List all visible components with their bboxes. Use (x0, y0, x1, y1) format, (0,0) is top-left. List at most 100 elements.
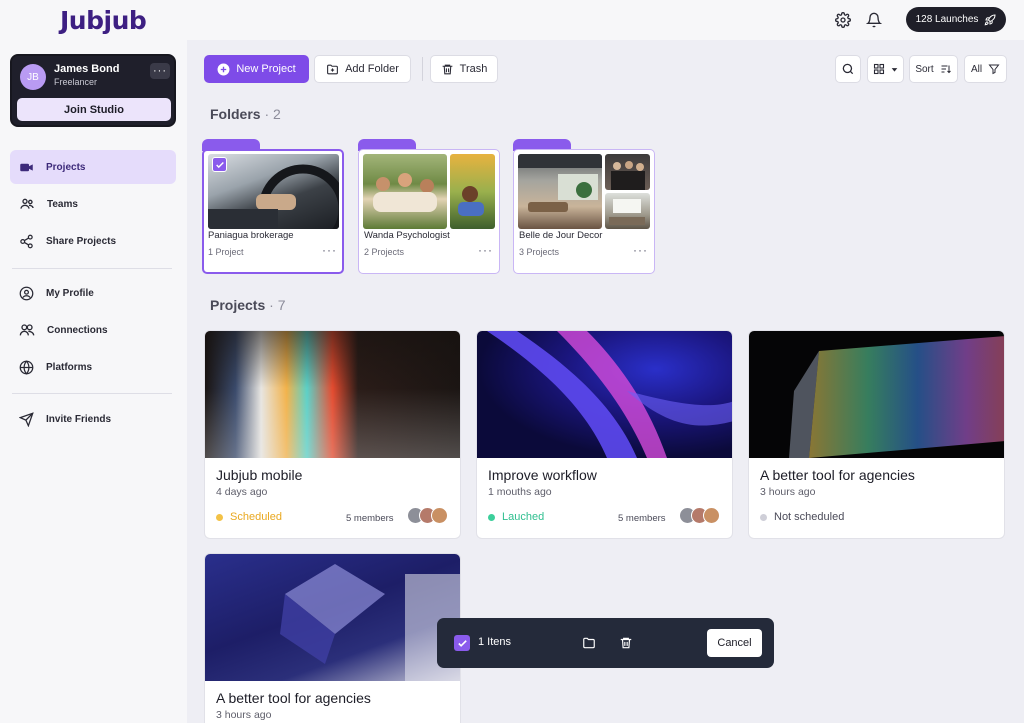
join-studio-button[interactable]: Join Studio (17, 98, 171, 121)
sidebar-item-label: Platforms (46, 361, 93, 373)
folder-card[interactable]: Wanda Psychologist 2 Projects ··· (358, 139, 500, 274)
sidebar-item-my-profile[interactable]: My Profile (10, 276, 176, 310)
user-role: Freelancer (54, 77, 98, 87)
projects-title: Projects (210, 297, 266, 313)
sort-label: Sort (915, 63, 934, 75)
sidebar-divider (12, 268, 172, 269)
user-circle-icon (19, 286, 34, 300)
folder-count: 1 Project (208, 247, 244, 257)
project-thumbnail (749, 331, 1004, 458)
folders-title: Folders (210, 106, 261, 122)
bell-icon[interactable] (863, 9, 885, 31)
project-status: Scheduled (216, 511, 282, 523)
selection-count: 1 Itens (478, 636, 512, 648)
sort-button[interactable]: Sort (909, 55, 958, 83)
paper-plane-icon (19, 411, 34, 427)
status-label: Lauched (502, 511, 545, 523)
profile-more-button[interactable]: ··· (150, 63, 170, 79)
project-time: 1 mouths ago (488, 486, 552, 498)
new-project-label: New Project (236, 63, 296, 75)
project-card[interactable]: A better tool for agencies 3 hours ago (204, 553, 461, 723)
status-dot (488, 513, 495, 521)
filter-icon (988, 64, 1000, 75)
project-thumbnail (205, 554, 460, 681)
profile-card: JB James Bond Freelancer ··· Join Studio (10, 54, 176, 127)
folder-photo (605, 154, 650, 190)
folders-count: · 2 (264, 106, 281, 122)
project-thumbnail (205, 331, 460, 458)
folder-card[interactable]: Belle de Jour Decor 3 Projects ··· (513, 139, 655, 274)
app-logo[interactable]: Jubjub (60, 6, 147, 35)
folder-name: Belle de Jour Decor (519, 230, 603, 241)
new-project-button[interactable]: New Project (204, 55, 309, 83)
selection-bar: 1 Itens Cancel (437, 618, 774, 668)
toolbar-divider (422, 57, 423, 81)
status-label: Not scheduled (774, 511, 845, 523)
gear-icon[interactable] (832, 9, 854, 31)
project-card[interactable]: Improve workflow 1 mouths ago Lauched 5 … (476, 330, 733, 539)
add-folder-button[interactable]: Add Folder (314, 55, 411, 83)
avatar (431, 507, 448, 524)
selection-checkbox[interactable] (454, 635, 470, 651)
member-avatars[interactable] (679, 507, 725, 525)
folder-card[interactable]: Paniagua brokerage 1 Project ··· (202, 139, 344, 274)
member-avatars[interactable] (407, 507, 453, 525)
trash-icon[interactable] (617, 634, 635, 652)
trash-button[interactable]: Trash (430, 55, 498, 83)
caret-down-icon (891, 67, 898, 72)
project-card[interactable]: Jubjub mobile 4 days ago Scheduled 5 mem… (204, 330, 461, 539)
trash-icon (442, 64, 453, 74)
view-toggle-button[interactable] (867, 55, 904, 83)
folder-photo (450, 154, 495, 229)
sidebar-item-label: Teams (47, 198, 78, 210)
avatar[interactable]: JB (20, 64, 46, 90)
sidebar-item-platforms[interactable]: Platforms (10, 350, 176, 384)
trash-label: Trash (459, 63, 488, 75)
search-button[interactable] (835, 55, 861, 83)
sidebar-item-invite-friends[interactable]: Invite Friends (10, 402, 176, 436)
connections-icon (19, 324, 35, 336)
status-dot (760, 513, 767, 521)
project-title: Improve workflow (488, 467, 597, 483)
project-card[interactable]: A better tool for agencies 3 hours ago N… (748, 330, 1005, 539)
sidebar-item-connections[interactable]: Connections (10, 313, 176, 347)
projects-count: · 7 (269, 297, 286, 313)
folders-heading: Folders · 2 (210, 106, 281, 122)
folder-count: 2 Projects (364, 247, 405, 257)
project-title: A better tool for agencies (760, 467, 915, 483)
sidebar-divider (12, 393, 172, 394)
folder-more-button[interactable]: ··· (478, 243, 493, 257)
project-status: Not scheduled (760, 511, 844, 523)
project-time: 4 days ago (216, 486, 268, 498)
sidebar-item-projects[interactable]: Projects (10, 150, 176, 184)
project-title: Jubjub mobile (216, 467, 303, 483)
avatar (703, 507, 720, 524)
rocket-icon (985, 13, 996, 25)
project-status: Lauched (488, 511, 544, 523)
folder-more-button[interactable]: ··· (322, 243, 337, 257)
sidebar-item-teams[interactable]: Teams (10, 187, 176, 221)
folder-count: 3 Projects (519, 247, 560, 257)
launches-button[interactable]: 128 Launches (906, 7, 1006, 32)
filter-button[interactable]: All (964, 55, 1007, 83)
check-icon (215, 161, 224, 168)
project-thumbnail (477, 331, 732, 458)
project-members: 5 members (618, 513, 666, 524)
project-time: 3 hours ago (216, 709, 272, 721)
sidebar-item-share-projects[interactable]: Share Projects (10, 224, 176, 258)
check-icon (457, 639, 467, 647)
sidebar-item-label: My Profile (46, 287, 94, 299)
project-time: 3 hours ago (760, 486, 816, 498)
globe-icon (19, 359, 34, 375)
add-folder-label: Add Folder (345, 63, 399, 75)
sidebar-item-label: Projects (46, 161, 86, 173)
search-icon (842, 63, 854, 75)
sidebar-item-label: Connections (47, 324, 108, 336)
video-camera-icon (20, 163, 33, 171)
folder-icon[interactable] (580, 634, 598, 652)
user-name: James Bond (54, 63, 120, 75)
project-members: 5 members (346, 513, 394, 524)
cancel-button[interactable]: Cancel (707, 629, 762, 657)
folder-checkbox[interactable] (212, 157, 227, 172)
folder-more-button[interactable]: ··· (633, 243, 648, 257)
